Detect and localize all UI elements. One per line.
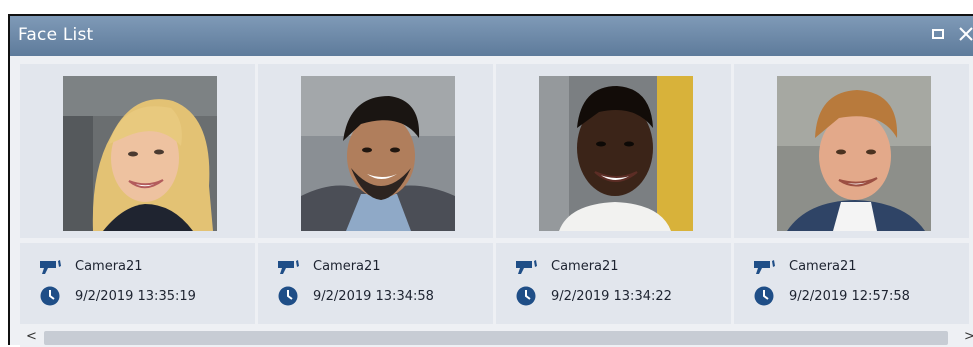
face-info: Camera21 9/2/2019 13:35:19 <box>20 243 255 324</box>
face-photo[interactable] <box>777 76 931 231</box>
scroll-right-arrow[interactable]: > <box>964 329 973 344</box>
scroll-left-arrow[interactable]: < <box>26 329 37 344</box>
face-photo[interactable] <box>63 76 217 231</box>
face-card[interactable]: Camera21 9/2/2019 13:34:58 <box>258 64 493 324</box>
camera-icon <box>754 260 775 274</box>
camera-name: Camera21 <box>551 259 619 274</box>
clock-icon <box>754 286 774 306</box>
face-list-window: Face List Camera21 9/2/2019 13:35:19 Cam… <box>8 14 973 347</box>
clock-icon <box>516 286 536 306</box>
camera-name: Camera21 <box>313 259 381 274</box>
face-info: Camera21 9/2/2019 13:34:58 <box>258 243 493 324</box>
face-card-list: Camera21 9/2/2019 13:35:19 Camera21 9/2/… <box>20 64 973 324</box>
clock-icon <box>40 286 60 306</box>
clock-icon <box>278 286 298 306</box>
close-icon[interactable] <box>956 24 973 44</box>
camera-name: Camera21 <box>789 259 857 274</box>
face-card[interactable]: Camera21 9/2/2019 12:57:58 <box>734 64 969 324</box>
camera-icon <box>40 260 61 274</box>
face-photo[interactable] <box>539 76 693 231</box>
scroll-thumb[interactable] <box>44 331 948 345</box>
capture-time: 9/2/2019 13:34:58 <box>313 289 434 304</box>
face-photo-area <box>258 64 493 238</box>
camera-icon <box>516 260 537 274</box>
capture-time: 9/2/2019 12:57:58 <box>789 289 910 304</box>
face-photo-area <box>734 64 969 238</box>
face-card[interactable]: Camera21 9/2/2019 13:34:22 <box>496 64 731 324</box>
window-title: Face List <box>18 25 94 45</box>
face-info: Camera21 9/2/2019 13:34:22 <box>496 243 731 324</box>
capture-time: 9/2/2019 13:34:22 <box>551 289 672 304</box>
face-photo-area <box>496 64 731 238</box>
face-photo[interactable] <box>301 76 455 231</box>
face-card[interactable]: Camera21 9/2/2019 13:35:19 <box>20 64 255 324</box>
maximize-button[interactable] <box>932 29 944 39</box>
title-bar[interactable]: Face List <box>10 16 973 56</box>
face-photo-area <box>20 64 255 238</box>
capture-time: 9/2/2019 13:35:19 <box>75 289 196 304</box>
horizontal-scrollbar[interactable]: < > <box>20 329 973 347</box>
camera-icon <box>278 260 299 274</box>
face-info: Camera21 9/2/2019 12:57:58 <box>734 243 969 324</box>
camera-name: Camera21 <box>75 259 143 274</box>
